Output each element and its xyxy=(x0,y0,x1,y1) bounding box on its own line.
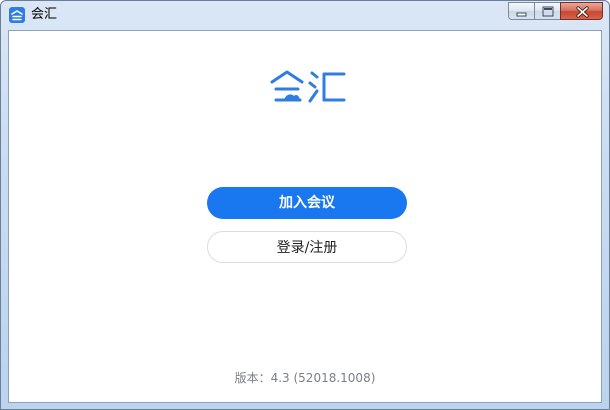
version-label: 版本：4.3 (52018.1008) xyxy=(234,371,376,385)
login-register-button[interactable]: 登录/注册 xyxy=(207,231,407,263)
main-content: 加入会议 登录/注册 版本：4.3 (52018.1008) xyxy=(8,30,602,403)
window-controls xyxy=(508,2,603,21)
close-icon xyxy=(576,6,589,18)
minimize-button[interactable] xyxy=(508,2,534,20)
close-button[interactable] xyxy=(560,2,603,20)
minimize-icon xyxy=(516,12,527,17)
maximize-icon xyxy=(542,6,554,17)
window-title: 会汇 xyxy=(31,7,58,22)
title-bar[interactable]: 会汇 xyxy=(1,1,609,29)
app-logo-icon xyxy=(9,7,25,23)
logo-icon xyxy=(270,70,346,103)
app-logo xyxy=(270,69,346,105)
maximize-button[interactable] xyxy=(534,2,560,20)
app-window: 会汇 加入会议 登录/注册 版本：4.3 (52018.1008) xyxy=(0,0,610,410)
join-meeting-button[interactable]: 加入会议 xyxy=(207,187,407,219)
